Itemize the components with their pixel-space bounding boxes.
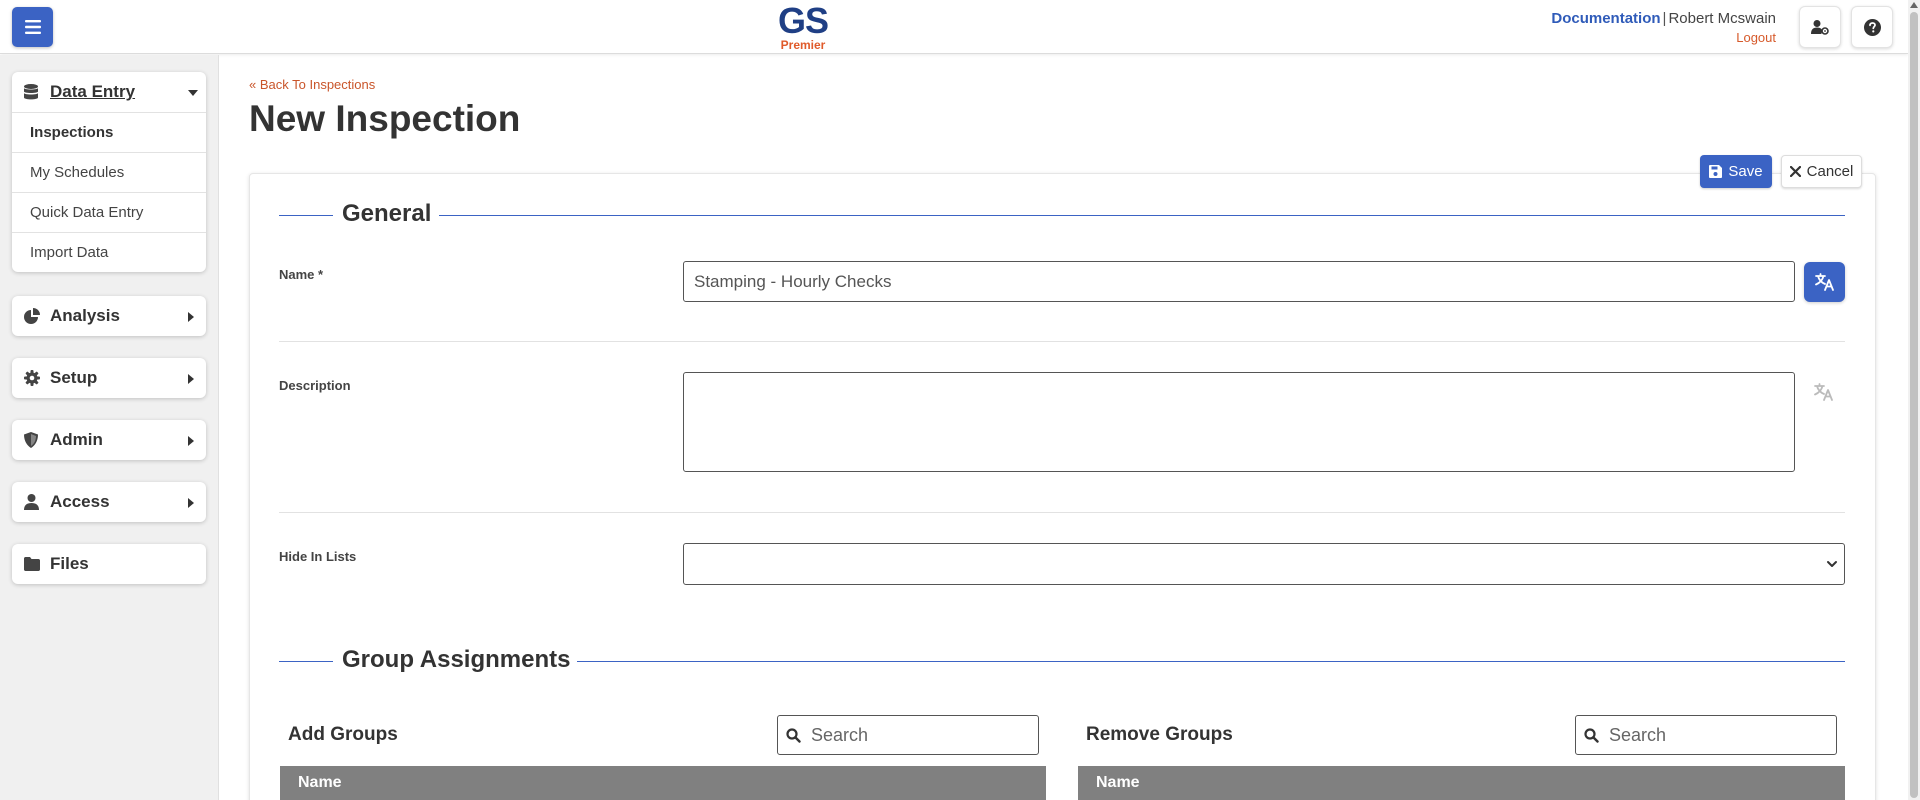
remove-groups-search-placeholder: Search <box>1609 724 1667 745</box>
user-gear-icon <box>1811 20 1829 35</box>
nav-data-entry-label: Data Entry <box>50 82 136 101</box>
group-assignments-title: Group Assignments <box>342 646 571 673</box>
translate-disabled-icon <box>1812 380 1836 404</box>
cancel-button-label: Cancel <box>1806 163 1854 180</box>
logout-link[interactable]: Logout <box>1551 30 1776 45</box>
logo-sub-text: Premier <box>780 38 826 52</box>
close-icon <box>1789 166 1801 177</box>
documentation-link[interactable]: Documentation <box>1551 10 1660 27</box>
floppy-disk-icon <box>1709 165 1723 178</box>
description-textarea[interactable] <box>683 372 1795 472</box>
section-rule-right <box>439 215 1845 216</box>
gear-icon <box>24 370 42 386</box>
add-groups-search-input[interactable]: Search <box>777 715 1039 755</box>
nav-access-header[interactable]: Access <box>12 482 206 522</box>
name-label: Name * <box>279 267 324 282</box>
question-circle-icon <box>1863 18 1881 36</box>
add-groups-search-placeholder: Search <box>811 724 869 745</box>
nav-access-label: Access <box>50 492 110 511</box>
remove-groups-search-input[interactable]: Search <box>1575 715 1837 755</box>
nav-item-my-schedules[interactable]: My Schedules <box>12 152 206 192</box>
add-groups-table-header: Name <box>280 766 1046 800</box>
caret-right-icon <box>188 436 194 446</box>
general-section-header: General <box>279 200 1845 230</box>
nav-group-analysis[interactable]: Analysis <box>12 296 206 336</box>
section-rule-left <box>279 661 333 662</box>
general-section-title: General <box>342 200 432 227</box>
nav-setup-label: Setup <box>50 368 98 387</box>
nav-data-entry-header[interactable]: Data Entry <box>12 72 206 112</box>
database-icon <box>24 84 42 100</box>
remove-groups-label: Remove Groups <box>1086 724 1233 745</box>
caret-right-icon <box>188 374 194 384</box>
nav-group-setup[interactable]: Setup <box>12 358 206 398</box>
translate-icon <box>1814 273 1834 291</box>
nav-group-admin[interactable]: Admin <box>12 420 206 460</box>
shield-icon <box>24 432 42 448</box>
caret-right-icon <box>188 498 194 508</box>
double-chevron-left-icon: « <box>249 77 257 92</box>
nav-files-header[interactable]: Files <box>12 544 206 584</box>
search-icon <box>786 727 801 743</box>
nav-admin-header[interactable]: Admin <box>12 420 206 460</box>
hamburger-menu-button[interactable] <box>12 7 53 47</box>
scroll-up-arrow-icon[interactable] <box>1910 2 1918 8</box>
hide-in-lists-label: Hide In Lists <box>279 549 357 564</box>
page-title: New Inspection <box>249 98 521 139</box>
chevron-down-icon <box>1827 561 1837 567</box>
remove-groups-name-column[interactable]: Name <box>1096 774 1140 792</box>
translate-button[interactable] <box>1804 262 1845 302</box>
nav-group-access[interactable]: Access <box>12 482 206 522</box>
folder-icon <box>24 557 42 571</box>
header-separator: | <box>1662 10 1667 27</box>
hide-in-lists-select[interactable] <box>683 543 1845 585</box>
caret-down-icon <box>188 90 198 96</box>
chart-pie-icon <box>24 308 42 324</box>
user-icon <box>24 494 42 510</box>
nav-item-quick-data-entry[interactable]: Quick Data Entry <box>12 192 206 232</box>
nav-analysis-header[interactable]: Analysis <box>12 296 206 336</box>
add-groups-label: Add Groups <box>288 724 398 745</box>
back-to-inspections-link[interactable]: « Back To Inspections <box>249 77 375 92</box>
scroll-thumb[interactable] <box>1910 12 1918 798</box>
section-rule-left <box>279 215 333 216</box>
hamburger-icon <box>24 20 41 34</box>
user-name: Robert Mcswain <box>1668 10 1776 27</box>
search-icon <box>1584 727 1599 743</box>
nav-admin-label: Admin <box>50 430 103 449</box>
section-rule-right <box>577 661 1845 662</box>
nav-analysis-label: Analysis <box>50 306 120 325</box>
remove-groups-table-header: Name <box>1078 766 1845 800</box>
page-scrollbar[interactable] <box>1908 0 1920 800</box>
nav-files-label: Files <box>50 554 89 573</box>
cancel-button[interactable]: Cancel <box>1781 155 1862 188</box>
nav-item-inspections[interactable]: Inspections <box>12 112 206 152</box>
logo-main-text: GS <box>777 0 829 41</box>
name-input[interactable]: Stamping - Hourly Checks <box>683 261 1795 302</box>
user-settings-button[interactable] <box>1799 6 1841 48</box>
save-button[interactable]: Save <box>1700 155 1772 188</box>
save-button-label: Save <box>1728 163 1763 180</box>
caret-right-icon <box>188 312 194 322</box>
nav-group-files[interactable]: Files <box>12 544 206 584</box>
group-assignments-header: Group Assignments <box>279 646 1845 676</box>
nav-item-import-data[interactable]: Import Data <box>12 232 206 272</box>
description-label: Description <box>279 378 351 393</box>
gs-premier-logo[interactable]: GS Premier <box>760 0 846 52</box>
top-header: GS Premier Documentation | Robert Mcswain … <box>0 0 1908 54</box>
nav-group-data-entry: Data Entry Inspections My Schedules Quic… <box>12 72 206 272</box>
help-button[interactable] <box>1851 6 1893 48</box>
user-area: Documentation | Robert Mcswain Logout <box>1551 10 1776 45</box>
sidebar: Data Entry Inspections My Schedules Quic… <box>0 55 219 800</box>
nav-setup-header[interactable]: Setup <box>12 358 206 398</box>
field-divider <box>279 341 1845 342</box>
back-link-label: Back To Inspections <box>259 77 376 92</box>
add-groups-name-column[interactable]: Name <box>298 774 342 792</box>
field-divider <box>279 512 1845 513</box>
